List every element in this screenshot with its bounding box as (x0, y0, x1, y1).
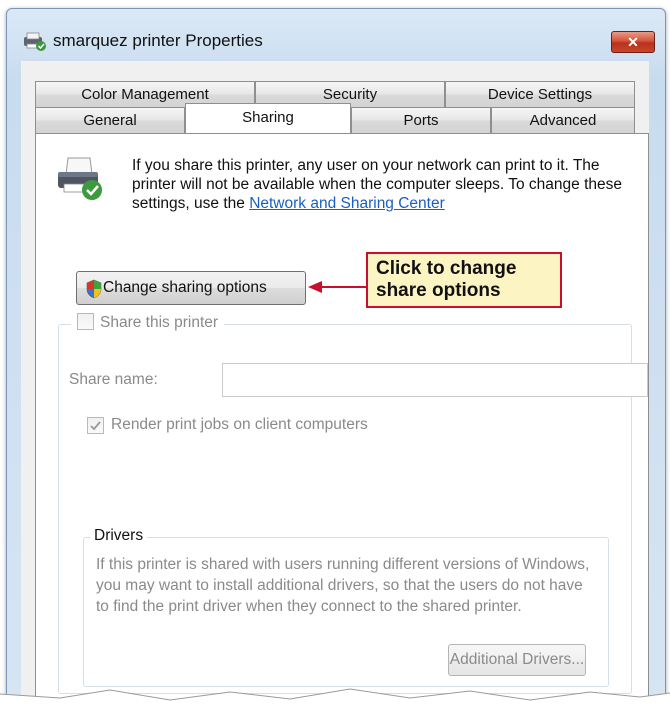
sharing-panel: If you share this printer, any user on y… (35, 133, 649, 707)
render-jobs-checkbox[interactable] (87, 417, 104, 434)
property-sheet: Color Management Security Device Setting… (21, 61, 649, 709)
tab-device-settings[interactable]: Device Settings (445, 81, 635, 107)
uac-shield-icon (86, 279, 102, 299)
share-name-input[interactable] (222, 363, 648, 397)
network-sharing-center-link[interactable]: Network and Sharing Center (249, 195, 445, 212)
window-title: smarquez printer Properties (53, 31, 263, 50)
render-jobs-label: Render print jobs on client computers (111, 416, 368, 433)
share-printer-legend: Share this printer (71, 313, 225, 332)
share-printer-label: Share this printer (100, 314, 219, 331)
share-printer-checkbox[interactable] (77, 313, 94, 330)
drivers-legend: Drivers (90, 527, 148, 545)
close-button[interactable]: ✕ (611, 31, 655, 53)
printer-icon (58, 157, 102, 200)
drivers-group: Drivers If this printer is shared with u… (83, 527, 609, 687)
printer-shared-icon (24, 32, 46, 51)
tab-advanced[interactable]: Advanced (491, 107, 635, 133)
additional-drivers-button[interactable]: Additional Drivers... (448, 644, 586, 676)
tab-general[interactable]: General (35, 107, 185, 133)
change-sharing-options-button[interactable]: Change sharing options (76, 271, 306, 305)
change-sharing-options-label: Change sharing options (103, 279, 267, 296)
callout-arrow-icon (308, 281, 368, 293)
title-bar[interactable]: smarquez printer Properties ✕ (7, 9, 665, 59)
torn-edge-decoration (0, 688, 670, 718)
share-group: Share this printer Share name: Render pr… (58, 313, 648, 694)
properties-window: smarquez printer Properties ✕ Color Mana… (6, 8, 666, 710)
drivers-description: If this printer is shared with users run… (96, 556, 590, 615)
share-name-label: Share name: (69, 371, 158, 388)
checkmark-icon (90, 421, 101, 431)
sharing-info-text: If you share this printer, any user on y… (132, 156, 637, 213)
annotation-callout: Click to change share options (366, 252, 562, 308)
tab-ports[interactable]: Ports (351, 107, 491, 133)
tab-sharing[interactable]: Sharing (185, 103, 351, 133)
